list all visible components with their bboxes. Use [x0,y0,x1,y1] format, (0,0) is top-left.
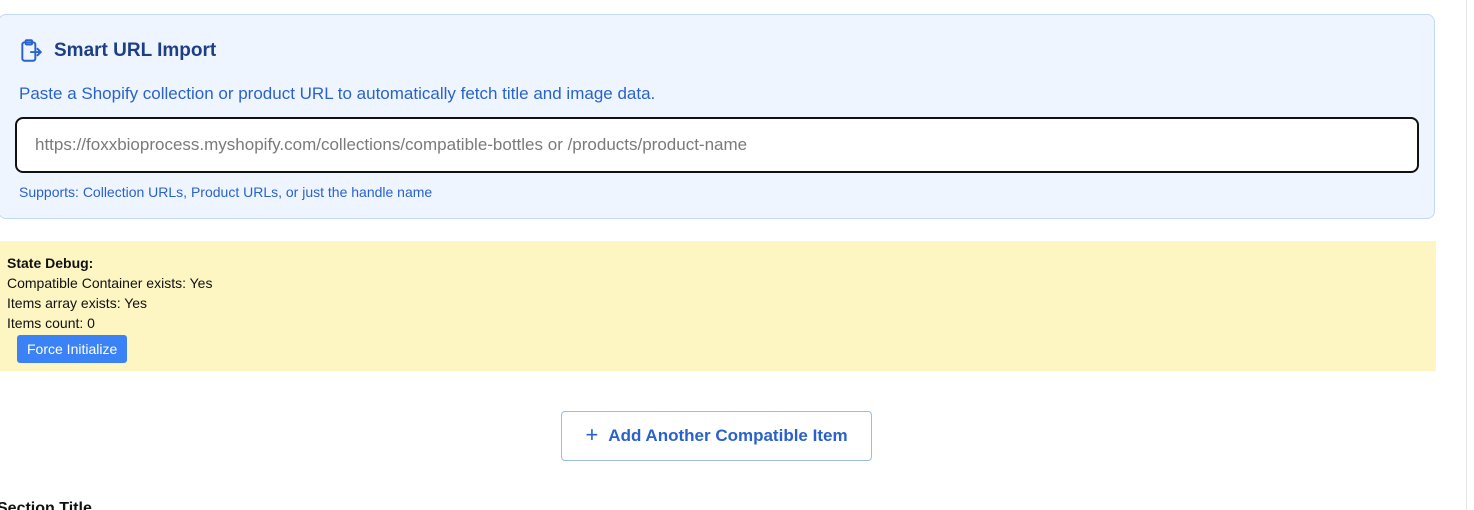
clipboard-import-icon [18,38,44,64]
smart-import-help-text: Supports: Collection URLs, Product URLs,… [19,184,433,200]
add-compatible-item-button[interactable]: + Add Another Compatible Item [561,411,872,461]
smart-import-header: Smart URL Import [18,38,216,64]
page: Smart URL Import Paste a Shopify collect… [0,0,1474,510]
state-debug-panel: State Debug: Compatible Container exists… [0,241,1436,371]
scrollbar-divider [1466,0,1467,510]
smart-import-description: Paste a Shopify collection or product UR… [19,84,656,103]
add-compatible-item-label: Add Another Compatible Item [608,426,848,445]
debug-line-items-count: Items count: 0 [7,315,95,331]
debug-line-container-exists: Compatible Container exists: Yes [7,275,213,291]
debug-title: State Debug: [7,255,94,271]
plus-icon: + [585,422,599,447]
force-initialize-button[interactable]: Force Initialize [17,335,128,363]
smart-import-title: Smart URL Import [54,40,217,61]
smart-import-card: Smart URL Import Paste a Shopify collect… [0,14,1435,219]
shopify-url-input[interactable] [15,117,1419,173]
section-title: Section Title [0,500,92,510]
debug-line-items-array: Items array exists: Yes [7,295,148,311]
